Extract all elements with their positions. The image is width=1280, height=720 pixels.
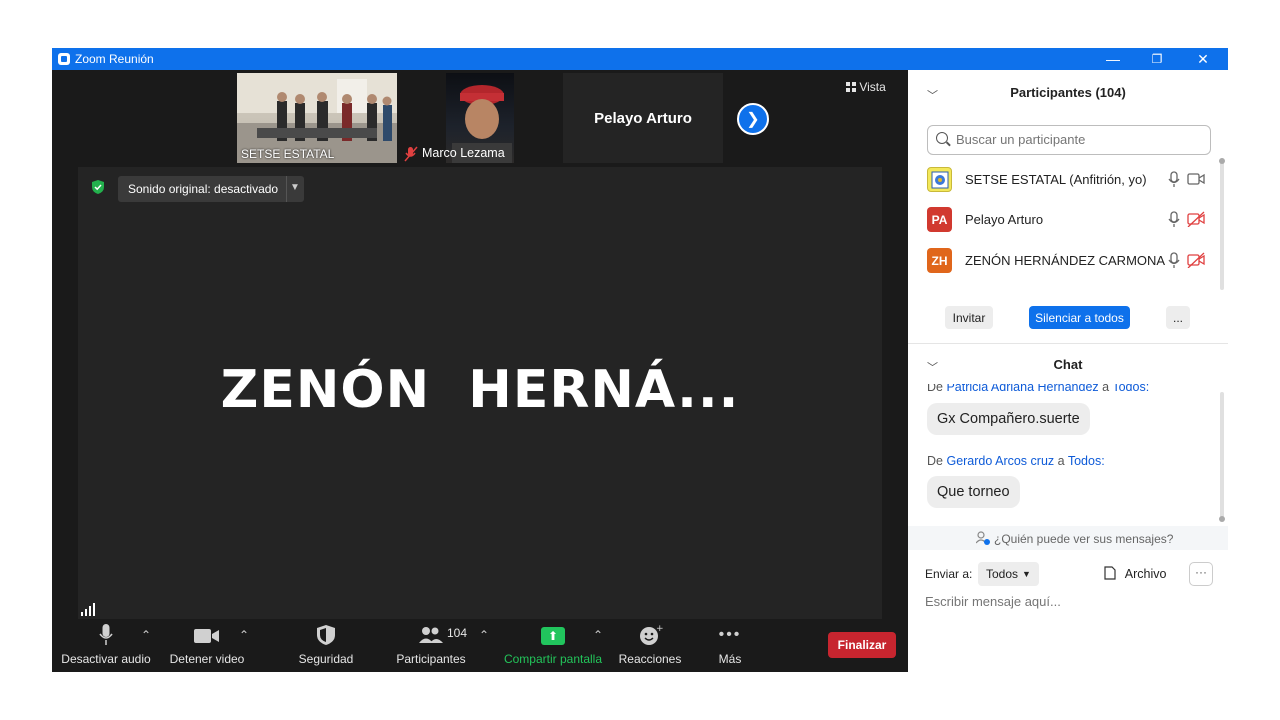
message-bubble: Que torneo (927, 476, 1020, 508)
search-icon (936, 132, 948, 144)
scroll-thumb[interactable] (1219, 516, 1225, 522)
chat-scrollbar[interactable] (1219, 392, 1225, 522)
mute-all-button[interactable]: Silenciar a todos (1029, 306, 1130, 329)
audio-options-caret[interactable]: ⌃ (141, 628, 151, 642)
caret-down-icon[interactable]: ▼ (290, 182, 300, 193)
file-button[interactable]: Archivo (1104, 566, 1166, 581)
file-label: Archivo (1124, 567, 1167, 581)
video-label: Detener video (169, 652, 245, 666)
view-label: Vista (859, 80, 886, 94)
participants-scrollbar[interactable] (1219, 158, 1225, 290)
muted-mic-icon (404, 146, 420, 162)
avatar: ZH (927, 248, 952, 273)
participants-label: Participantes (396, 652, 466, 666)
smiley-add-icon: + (640, 624, 663, 645)
chat-more-button[interactable]: ··· (1189, 562, 1213, 586)
share-options-caret[interactable]: ⌃ (593, 628, 603, 642)
participant-name: Pelayo Arturo (965, 212, 1044, 227)
who-can-see-link[interactable]: ¿Quién puede ver sus mensajes? (908, 526, 1228, 550)
original-sound-toggle[interactable]: Sonido original: desactivado ▼ (118, 176, 304, 202)
more-label: Más (718, 652, 742, 666)
scroll-thumb[interactable] (1219, 158, 1225, 164)
microphone-icon[interactable] (1167, 171, 1181, 187)
share-label: Compartir pantalla (503, 652, 603, 666)
audio-label: Desactivar audio (61, 652, 151, 666)
minimize-button[interactable]: — (1090, 48, 1136, 70)
view-button[interactable]: Vista (846, 80, 886, 94)
chevron-right-icon: ❯ (746, 111, 760, 128)
person-info-icon (976, 531, 990, 545)
security-label: Seguridad (298, 652, 354, 666)
participant-name: SETSE ESTATAL (Anfitrión, yo) (965, 172, 1147, 187)
people-icon (419, 627, 443, 643)
zoom-logo-icon (58, 53, 70, 65)
svg-text:+: + (656, 624, 663, 634)
tile-label: SETSE ESTATAL (241, 147, 335, 161)
share-arrow-icon: ⬆ (541, 627, 565, 645)
video-camera-icon (194, 629, 219, 643)
next-page-button[interactable]: ❯ (737, 103, 769, 135)
video-tile[interactable]: Pelayo Arturo (563, 73, 723, 163)
send-to-value: Todos (986, 567, 1019, 581)
avatar: PA (927, 207, 952, 232)
shield-check-icon (92, 180, 104, 194)
send-to-select[interactable]: Todos ▼ (978, 562, 1039, 586)
title-bar: Zoom Reunión — ❐ ✕ (52, 48, 1228, 70)
participant-row[interactable]: ZH ZENÓN HERNÁNDEZ CARMONA (927, 246, 1211, 276)
tile-label: Marco Lezama (422, 146, 505, 160)
video-tile[interactable]: SETSE ESTATAL (237, 73, 397, 163)
invite-button[interactable]: Invitar (945, 306, 993, 329)
window-title: Zoom Reunión (75, 52, 154, 66)
speaker-name: ZENÓN HERNÁ... (220, 360, 740, 420)
video-camera-icon[interactable] (1187, 171, 1205, 187)
participants-more-button[interactable]: ... (1166, 306, 1190, 329)
message-sender: De Patricia Adriana Hernández a Todos: (927, 384, 1150, 394)
participant-name: ZENÓN HERNÁNDEZ CARMONA (965, 253, 1166, 268)
chat-messages[interactable]: De Patricia Adriana Hernández a Todos: G… (908, 384, 1218, 524)
org-logo-icon (931, 171, 948, 188)
search-input[interactable] (954, 131, 1208, 148)
message-bubble: Gx Compañero.suerte (927, 403, 1090, 435)
restore-button[interactable]: ❐ (1134, 48, 1180, 70)
grid-icon (846, 82, 856, 92)
tile-name: Pelayo Arturo (594, 110, 692, 127)
section-divider (908, 343, 1228, 344)
microphone-icon (99, 624, 113, 645)
reactions-label: Reacciones (618, 652, 682, 666)
participants-title: Participantes (104) (1010, 85, 1126, 100)
microphone-icon[interactable] (1167, 211, 1181, 227)
shield-icon (317, 625, 335, 645)
end-meeting-button[interactable]: Finalizar (828, 632, 896, 658)
chat-title: Chat (1053, 357, 1083, 372)
chat-message-input[interactable] (925, 594, 1215, 609)
original-sound-label: Sonido original: desactivado (128, 182, 279, 196)
message-sender: De Gerardo Arcos cruz a Todos: (927, 454, 1105, 468)
send-to-label: Enviar a: (925, 567, 973, 581)
participants-options-caret[interactable]: ⌃ (479, 628, 489, 642)
participant-row[interactable]: PA Pelayo Arturo (927, 205, 1211, 235)
close-button[interactable]: ✕ (1180, 48, 1226, 70)
video-off-icon[interactable] (1187, 252, 1205, 268)
more-dots-icon: ••• (718, 626, 742, 643)
chevron-down-icon: ▼ (1022, 569, 1031, 579)
divider (286, 176, 287, 202)
participant-row[interactable]: SETSE ESTATAL (Anfitrión, yo) (927, 165, 1211, 195)
participant-search[interactable] (927, 125, 1211, 155)
avatar (927, 167, 952, 192)
signal-strength-icon (81, 603, 95, 616)
video-options-caret[interactable]: ⌃ (239, 628, 249, 642)
video-off-icon[interactable] (1187, 211, 1205, 227)
microphone-icon[interactable] (1167, 252, 1181, 268)
who-can-see-text: ¿Quién puede ver sus mensajes? (994, 532, 1174, 546)
participants-count: 104 (447, 626, 468, 640)
file-icon (1104, 566, 1116, 580)
